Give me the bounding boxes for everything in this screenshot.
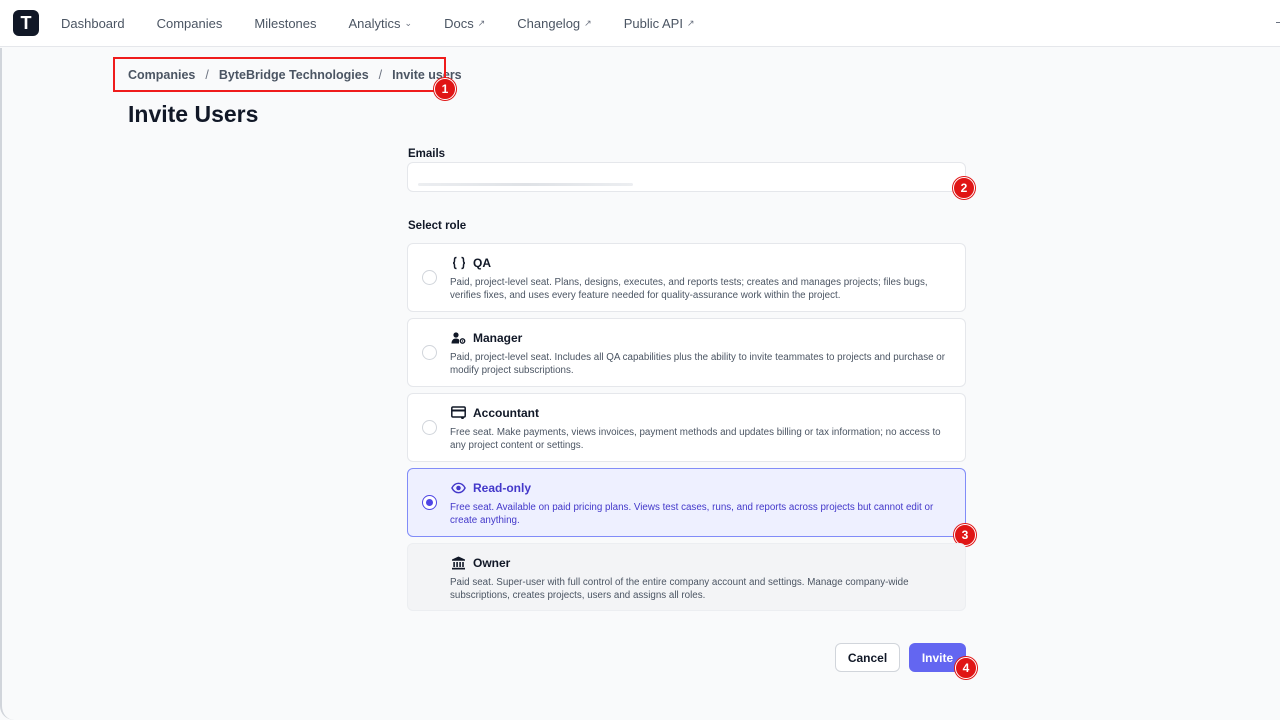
role-description-accountant: Free seat. Make payments, views invoices… (450, 427, 941, 451)
external-link-icon: ↗ (584, 18, 592, 28)
nav-item-companies[interactable]: Companies (141, 16, 239, 31)
nav-item-changelog[interactable]: Changelog ↗ (501, 16, 607, 31)
user-gear-icon (451, 330, 466, 345)
eye-icon (451, 480, 466, 495)
nav-overflow-indicator (1276, 22, 1280, 23)
app-logo[interactable]: T (13, 10, 39, 36)
external-link-icon: ↗ (477, 18, 486, 28)
role-name-qa: QA (473, 255, 491, 270)
annotation-box-breadcrumb (113, 57, 446, 92)
annotation-marker-4: 4 (955, 657, 977, 679)
role-name-manager: Manager (473, 330, 523, 345)
role-description-qa: Paid, project-level seat. Plans, designs… (450, 277, 928, 301)
annotation-marker-2: 2 (953, 177, 975, 199)
credit-card-icon (451, 405, 466, 420)
role-description-read-only: Free seat. Available on paid pricing pla… (450, 502, 934, 526)
role-option-manager[interactable]: Manager Paid, project-level seat. Includ… (407, 318, 966, 387)
select-role-label: Select role (408, 220, 467, 232)
role-description-manager: Paid, project-level seat. Includes all Q… (450, 352, 946, 376)
nav-items: Dashboard Companies Milestones Analytics… (45, 0, 711, 47)
cancel-button[interactable]: Cancel (835, 643, 900, 672)
role-name-accountant: Accountant (473, 405, 539, 420)
code-braces-icon (451, 255, 466, 270)
emails-input[interactable] (407, 162, 966, 192)
role-name-owner: Owner (473, 555, 511, 570)
role-radio-read-only[interactable] (422, 495, 437, 510)
role-description-owner: Paid seat. Super-user with full control … (450, 577, 909, 601)
role-option-accountant[interactable]: Accountant Free seat. Make payments, vie… (407, 393, 966, 462)
role-radio-qa[interactable] (422, 270, 437, 285)
page-title: Invite Users (128, 101, 259, 127)
nav-item-docs[interactable]: Docs ↗ (428, 16, 501, 31)
role-option-qa[interactable]: QA Paid, project-level seat. Plans, desi… (407, 243, 966, 312)
role-option-owner: Owner Paid seat. Super-user with full co… (407, 543, 966, 611)
bank-icon (451, 555, 466, 570)
external-link-icon: ↗ (686, 18, 695, 28)
nav-item-dashboard[interactable]: Dashboard (45, 16, 141, 31)
chevron-down-icon: ⌄ (404, 18, 413, 28)
nav-item-analytics[interactable]: Analytics ⌄ (333, 16, 429, 31)
top-navigation: T Dashboard Companies Milestones Analyti… (0, 0, 1280, 47)
role-option-read-only[interactable]: Read-only Free seat. Available on paid p… (407, 468, 966, 537)
nav-item-milestones[interactable]: Milestones (238, 16, 332, 31)
annotation-marker-1: 1 (434, 78, 456, 100)
role-radio-accountant[interactable] (422, 420, 437, 435)
role-name-read-only: Read-only (473, 480, 532, 495)
role-radio-manager[interactable] (422, 345, 437, 360)
emails-input-blurred-content (418, 183, 633, 186)
emails-label: Emails (408, 148, 446, 160)
nav-item-public-api[interactable]: Public API ↗ (608, 16, 711, 31)
